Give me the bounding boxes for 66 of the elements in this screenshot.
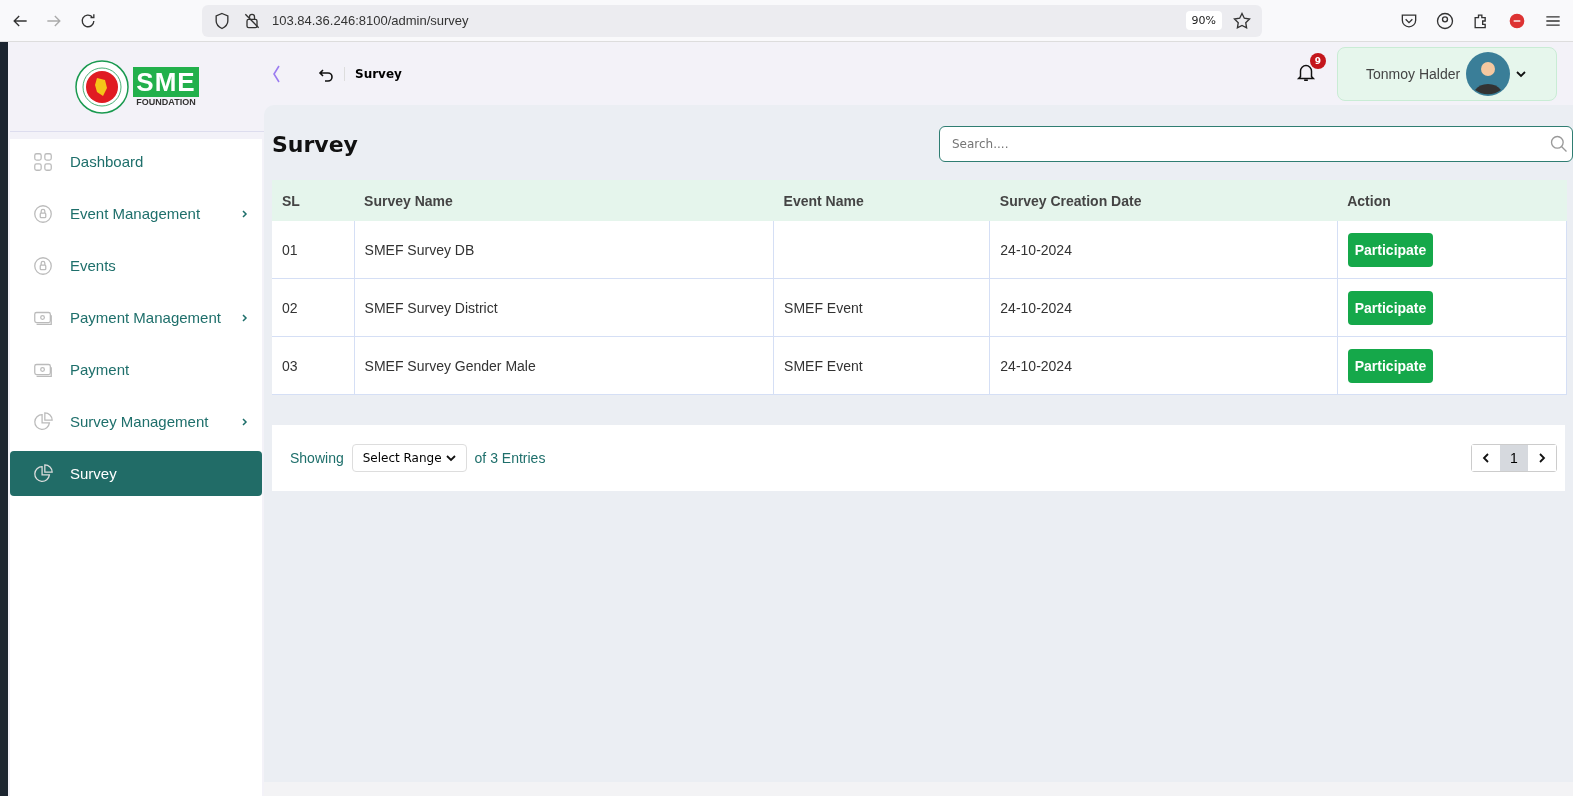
sidebar-item[interactable]: Payment <box>10 347 262 392</box>
caret-down-icon <box>1516 68 1527 79</box>
sidebar-item[interactable]: Survey <box>10 451 262 496</box>
entries-count: of 3 Entries <box>474 450 546 466</box>
table-cell: 24-10-2024 <box>989 278 1338 337</box>
pie-chart-icon <box>32 410 54 433</box>
menu-label: Dashboard <box>70 153 145 170</box>
table-cell: 01 <box>272 221 355 279</box>
logo-text: SME <box>133 66 199 97</box>
user-menu[interactable]: Tonmoy Halder <box>1337 46 1557 101</box>
column-header: Survey Creation Date <box>989 180 1338 221</box>
menu-label: Survey Management <box>70 413 210 430</box>
table-cell: SMEF Survey District <box>354 278 774 337</box>
menu-label: Payment Management <box>70 309 222 326</box>
table-cell: 24-10-2024 <box>989 336 1338 395</box>
table-cell: 02 <box>272 278 355 337</box>
column-header: Event Name <box>773 180 990 221</box>
address-bar[interactable]: 103.84.36.246:8100/admin/survey 90% <box>202 4 1262 37</box>
search-icon[interactable] <box>1549 134 1569 154</box>
showing-label: Showing <box>290 450 344 466</box>
sidebar-item[interactable]: Dashboard <box>10 139 262 184</box>
chevron-right-icon <box>240 313 248 322</box>
table-cell: SMEF Survey DB <box>354 221 774 279</box>
account-icon[interactable] <box>1435 10 1455 31</box>
pie-chart-icon <box>32 462 54 485</box>
menu-label: Events <box>70 257 117 274</box>
table-cell: SMEF Survey Gender Male <box>354 336 774 395</box>
column-header: Survey Name <box>354 180 774 221</box>
participate-button[interactable]: Participate <box>1347 232 1434 267</box>
chevron-right-icon <box>240 417 248 426</box>
table-cell: SMEF Event <box>773 336 990 395</box>
avatar-icon <box>1466 51 1511 96</box>
page-button[interactable]: 1 <box>1500 445 1528 471</box>
emblem-icon <box>75 59 130 114</box>
menu-label: Payment <box>70 361 131 378</box>
participate-button[interactable]: Participate <box>1347 348 1434 383</box>
user-name: Tonmoy Halder <box>1366 65 1461 82</box>
page-title: Survey <box>272 131 358 157</box>
zoom-level[interactable]: 90% <box>1185 11 1222 30</box>
sidebar-item[interactable]: Events <box>10 243 262 288</box>
notification-badge: 9 <box>1310 52 1326 69</box>
table-cell: SMEF Event <box>773 278 990 337</box>
chevron-right-icon <box>240 209 248 218</box>
lock-icon <box>32 254 54 277</box>
grid-icon <box>32 150 54 173</box>
logo-subtitle: FOUNDATION <box>136 96 196 107</box>
participate-button[interactable]: Participate <box>1347 290 1434 325</box>
sidebar-item[interactable]: Payment Management <box>10 295 262 340</box>
table-cell: 24-10-2024 <box>989 221 1338 279</box>
search-field[interactable]: Search.... <box>939 126 1573 162</box>
column-header: SL <box>272 180 355 221</box>
lock-icon <box>32 202 54 225</box>
caret-down-icon <box>445 453 456 463</box>
star-icon[interactable] <box>1232 10 1252 31</box>
breadcrumb-text: Survey <box>344 66 402 81</box>
collapse-icon[interactable] <box>270 63 282 84</box>
chevron-left-icon <box>1481 453 1491 463</box>
menu-label: Event Management <box>70 205 202 222</box>
range-select[interactable]: Select Range <box>351 444 467 472</box>
sidebar-item[interactable]: Survey Management <box>10 399 262 444</box>
sidebar-item[interactable]: Event Management <box>10 191 262 236</box>
column-header: Action <box>1337 180 1567 221</box>
table-cell: 03 <box>272 336 355 395</box>
chevron-right-icon <box>1537 453 1547 463</box>
url-text: 103.84.36.246:8100/admin/survey <box>272 13 470 28</box>
menu-label: Survey <box>70 465 118 482</box>
